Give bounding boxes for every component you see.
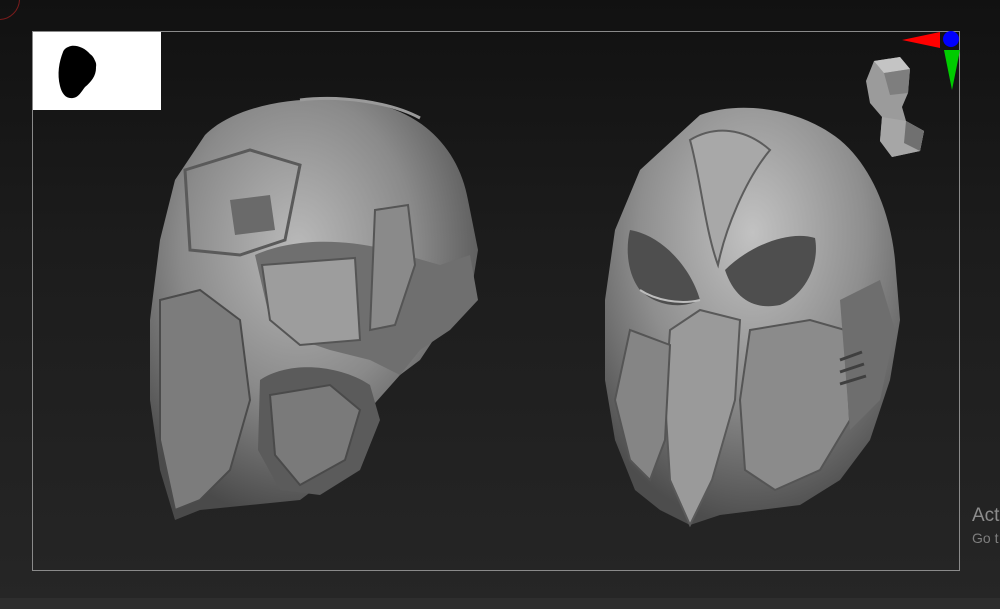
z-axis-dot-icon xyxy=(943,31,959,47)
helmet-left[interactable] xyxy=(150,96,478,521)
bottom-bar xyxy=(0,598,1000,609)
y-axis-arrow-icon xyxy=(944,50,960,90)
activation-watermark: Act Go t xyxy=(972,506,999,545)
helmet-right[interactable] xyxy=(605,107,900,528)
sculpt-scene[interactable] xyxy=(0,0,1000,609)
x-axis-arrow-icon xyxy=(902,32,940,48)
watermark-line-2: Go t xyxy=(972,530,999,546)
navigation-head-icon[interactable] xyxy=(862,55,928,159)
watermark-line-1: Act xyxy=(972,505,1000,526)
